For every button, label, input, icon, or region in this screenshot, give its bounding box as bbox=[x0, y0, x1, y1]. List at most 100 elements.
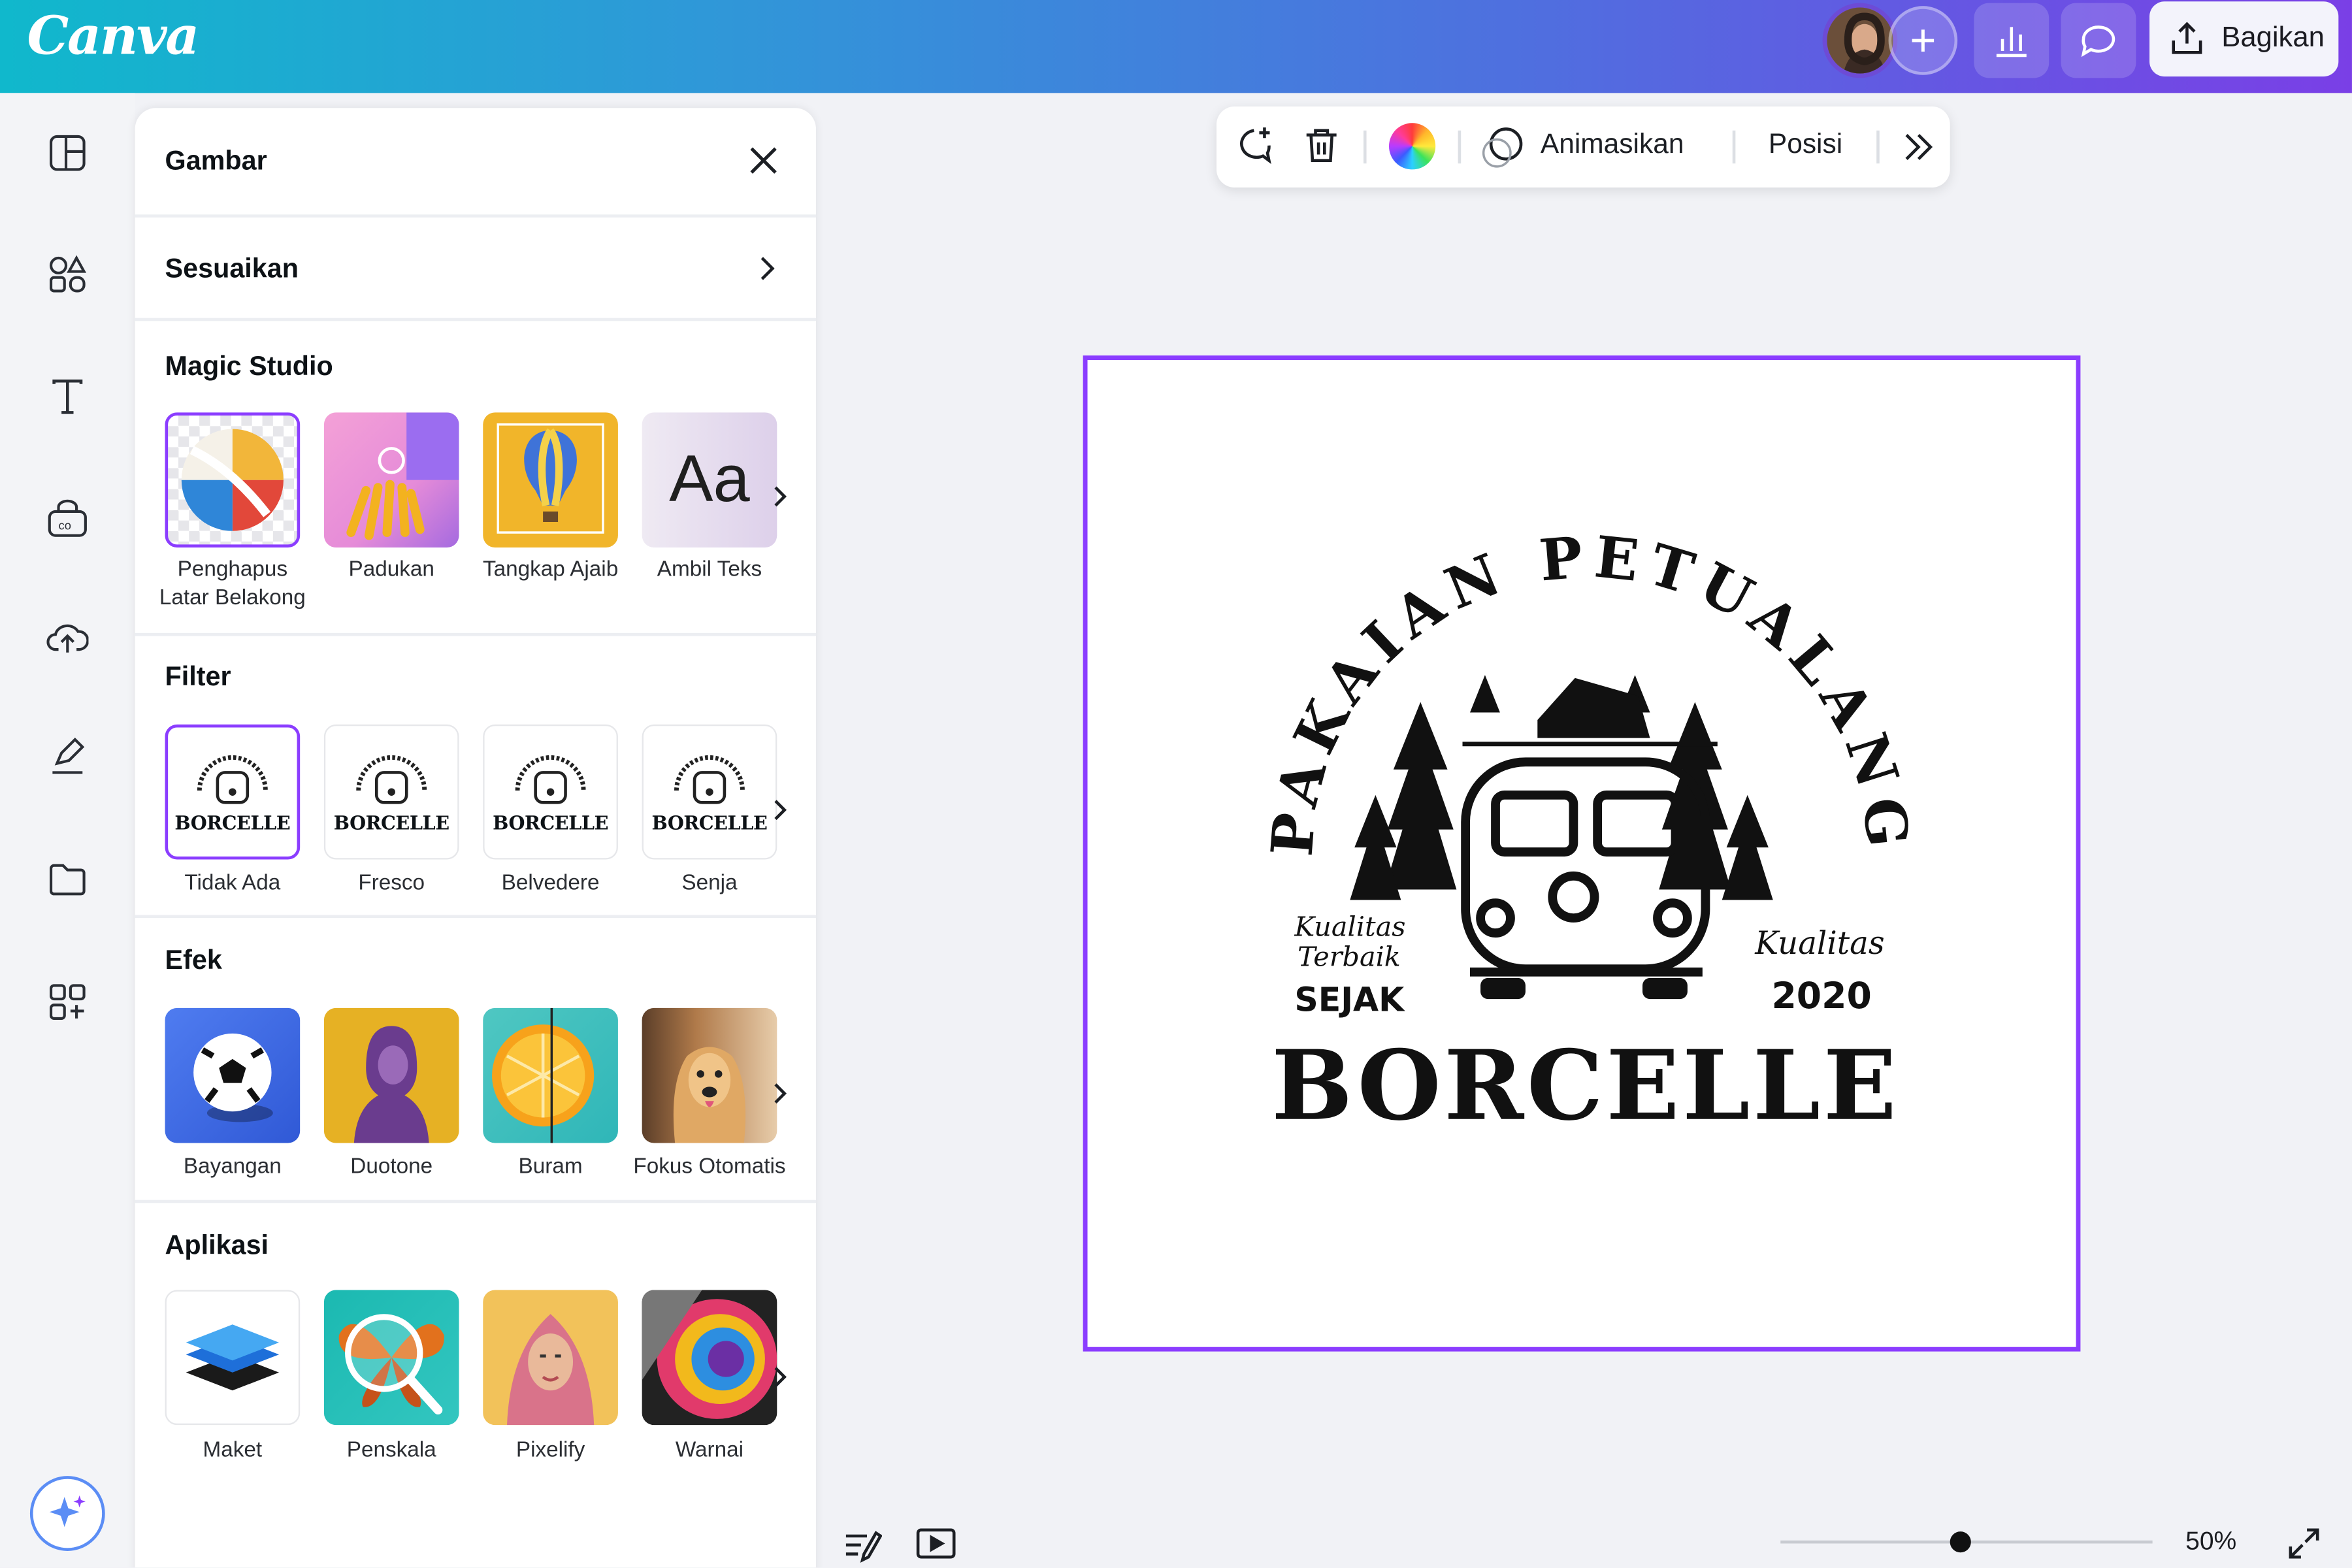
app-mockup-tile[interactable] bbox=[165, 1290, 301, 1426]
zoom-slider-handle[interactable] bbox=[1950, 1531, 1971, 1553]
van-thumb-image bbox=[515, 754, 586, 804]
double-chevron-right-icon[interactable] bbox=[1902, 131, 1935, 164]
hot-air-balloon-image bbox=[497, 423, 604, 534]
magic-grab-text-tile[interactable]: Aa bbox=[642, 412, 777, 548]
portrait-duotone-image bbox=[353, 1026, 429, 1143]
chevron-right-icon[interactable] bbox=[771, 798, 789, 822]
left-big-text: SEJAK bbox=[1294, 980, 1405, 1019]
chevron-right-icon[interactable] bbox=[771, 1365, 789, 1389]
divider bbox=[135, 915, 816, 919]
filter-none-tile[interactable]: BORCELLE bbox=[165, 724, 301, 860]
beach-ball-image bbox=[181, 429, 284, 531]
tile-label: Warnai bbox=[675, 1438, 744, 1463]
avatar[interactable] bbox=[1822, 3, 1898, 78]
magic-bg-remover-tile[interactable] bbox=[165, 412, 301, 548]
brand-icon[interactable]: co bbox=[46, 498, 88, 540]
swirl-image bbox=[642, 1290, 777, 1419]
upload-icon bbox=[2172, 22, 2202, 54]
right-big-text: 2020 bbox=[1771, 975, 1871, 1017]
divider bbox=[1732, 130, 1735, 164]
present-icon[interactable] bbox=[915, 1526, 956, 1561]
aa-glyph: Aa bbox=[669, 442, 750, 516]
close-icon[interactable] bbox=[747, 144, 780, 177]
comment-add-icon[interactable] bbox=[1233, 125, 1275, 167]
panel-title: Gambar bbox=[165, 145, 267, 176]
filter-fresco-tile[interactable]: BORCELLE bbox=[323, 724, 459, 860]
app-pixelify-tile[interactable] bbox=[483, 1290, 618, 1426]
text-icon[interactable] bbox=[46, 375, 88, 417]
brand-text: BORCELLE bbox=[1271, 1029, 1899, 1142]
animate-icon bbox=[1482, 127, 1523, 168]
divider bbox=[135, 1200, 816, 1203]
top-bar: Canva + Bagikan bbox=[0, 0, 2352, 93]
van-thumb-image bbox=[674, 754, 745, 804]
chevron-right-icon[interactable] bbox=[771, 1081, 789, 1105]
orange-slice-image bbox=[492, 1007, 595, 1143]
context-toolbar: Animasikan Posisi bbox=[1216, 106, 1950, 188]
design-icon[interactable] bbox=[46, 132, 88, 174]
effect-duotone-tile[interactable] bbox=[323, 1007, 459, 1143]
section-title-filter: Filter bbox=[165, 661, 231, 692]
animate-button[interactable]: Animasikan bbox=[1541, 127, 1684, 161]
color-picker-button[interactable] bbox=[1389, 123, 1436, 170]
effect-shadow-tile[interactable] bbox=[165, 1007, 301, 1143]
share-button[interactable]: Bagikan bbox=[2149, 1, 2339, 77]
effect-blur-tile[interactable] bbox=[483, 1007, 618, 1143]
layers-icon bbox=[186, 1324, 280, 1391]
borcelle-logo-graphic[interactable]: PAKAIAN PETUALANG Kualitas Terbaik SEJAK… bbox=[1088, 360, 2085, 1356]
tile-label: Fokus Otomatis bbox=[633, 1154, 786, 1179]
svg-text:co: co bbox=[59, 518, 71, 532]
adjust-label: Sesuaikan bbox=[165, 253, 299, 284]
divider bbox=[135, 214, 816, 218]
effect-autofocus-tile[interactable] bbox=[642, 1007, 777, 1143]
tile-label: Ambil Teks bbox=[657, 558, 762, 582]
canva-logo[interactable]: Canva bbox=[27, 6, 199, 67]
app-upscaler-tile[interactable] bbox=[323, 1290, 459, 1426]
section-title-magic-studio: Magic Studio bbox=[165, 351, 333, 382]
trash-icon[interactable] bbox=[1303, 126, 1339, 165]
thumb-brand: BORCELLE bbox=[493, 810, 609, 834]
design-canvas[interactable]: PAKAIAN PETUALANG Kualitas Terbaik SEJAK… bbox=[1083, 355, 2081, 1352]
section-title-effects: Efek bbox=[165, 945, 222, 975]
add-collaborator-button[interactable]: + bbox=[1888, 6, 1958, 75]
portrait-image bbox=[507, 1314, 595, 1426]
butterfly-magnifier-image bbox=[338, 1314, 444, 1415]
position-button[interactable]: Posisi bbox=[1769, 127, 1842, 161]
draw-icon[interactable] bbox=[46, 735, 88, 777]
notes-icon[interactable] bbox=[843, 1527, 882, 1563]
chevron-right-icon bbox=[760, 257, 775, 280]
thumb-brand: BORCELLE bbox=[651, 810, 768, 834]
soccer-ball-image bbox=[193, 1033, 273, 1122]
divider bbox=[1876, 130, 1879, 164]
thumb-brand: BORCELLE bbox=[333, 810, 449, 834]
comment-icon bbox=[2081, 25, 2115, 57]
fries-image bbox=[346, 412, 459, 540]
magic-grab-tile[interactable] bbox=[483, 412, 618, 548]
right-small-text: Kualitas bbox=[1754, 925, 1884, 962]
app-colorize-tile[interactable] bbox=[642, 1290, 777, 1426]
chevron-right-icon[interactable] bbox=[771, 485, 789, 509]
left-small-text-2: Terbaik bbox=[1298, 941, 1401, 973]
zoom-level[interactable]: 50% bbox=[2185, 1527, 2236, 1557]
insights-button[interactable] bbox=[1974, 3, 2050, 78]
divider bbox=[1458, 130, 1461, 164]
magic-assistant-button[interactable] bbox=[29, 1476, 105, 1551]
filter-senja-tile[interactable]: BORCELLE bbox=[642, 724, 777, 860]
thumb-brand: BORCELLE bbox=[174, 810, 291, 834]
dog-image bbox=[673, 1047, 746, 1143]
filter-belvedere-tile[interactable]: BORCELLE bbox=[483, 724, 618, 860]
van-thumb-image bbox=[356, 754, 427, 804]
divider bbox=[135, 632, 816, 636]
upload-cloud-icon[interactable] bbox=[46, 615, 89, 657]
divider bbox=[135, 318, 816, 321]
apps-icon[interactable] bbox=[46, 981, 88, 1023]
comments-button[interactable] bbox=[2061, 3, 2136, 78]
bar-chart-icon bbox=[1996, 27, 2027, 57]
fullscreen-icon[interactable] bbox=[2286, 1526, 2322, 1561]
van-thumb-image bbox=[197, 754, 268, 804]
projects-icon[interactable] bbox=[46, 858, 88, 900]
magic-blend-tile[interactable] bbox=[323, 412, 459, 548]
elements-icon[interactable] bbox=[46, 253, 88, 295]
tile-label: Senja bbox=[681, 871, 738, 896]
left-rail: co bbox=[0, 93, 135, 1568]
